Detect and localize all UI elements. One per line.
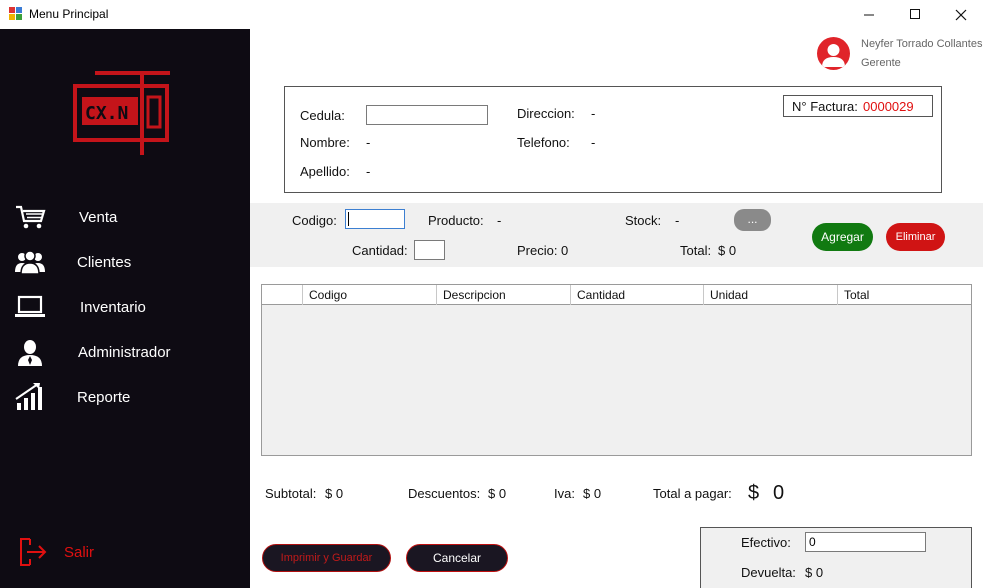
telefono-label: Telefono: — [517, 135, 570, 150]
apellido-value: - — [366, 164, 371, 179]
cedula-label: Cedula: — [300, 108, 345, 123]
sidebar-item-clientes[interactable]: Clientes — [0, 244, 250, 280]
subtotal-value: $ 0 — [325, 486, 344, 501]
imprimir-guardar-button[interactable]: Imprimir y Guardar — [262, 544, 391, 572]
stock-label: Stock: — [625, 213, 662, 228]
maximize-button[interactable] — [892, 0, 938, 29]
minimize-button[interactable] — [846, 0, 892, 29]
sidebar-item-label: Clientes — [77, 254, 132, 271]
total-pagar-currency: $ — [748, 482, 760, 504]
factura-label: N° Factura: — [792, 99, 858, 114]
efectivo-input[interactable] — [805, 532, 926, 552]
app-icon — [9, 7, 22, 20]
total-pagar-label: Total a pagar: — [653, 486, 732, 501]
cantidad-input[interactable] — [414, 240, 445, 260]
laptop-icon — [15, 295, 45, 317]
iva-label: Iva: — [554, 486, 575, 501]
logout-button[interactable]: Salir — [64, 544, 94, 561]
devuelta-label: Devuelta: — [741, 565, 796, 580]
cantidad-label: Cantidad: — [352, 243, 408, 258]
chart-icon — [15, 383, 42, 410]
codigo-label: Codigo: — [292, 213, 337, 228]
efectivo-label: Efectivo: — [741, 535, 791, 550]
total-label: Total: — [680, 243, 712, 258]
user-name: Neyfer Torrado Collantes — [861, 38, 983, 50]
sidebar-item-venta[interactable]: Venta — [0, 199, 250, 235]
table-header-cell — [262, 285, 303, 305]
admin-icon — [18, 340, 42, 366]
avatar[interactable] — [817, 37, 850, 70]
telefono-value: - — [591, 135, 596, 150]
title-bar: Menu Principal — [0, 0, 983, 29]
sidebar-item-label: Inventario — [80, 299, 146, 316]
factura-number: 0000029 — [863, 99, 914, 114]
total-pagar-value: 0 — [773, 482, 785, 504]
precio-value: 0 — [561, 243, 569, 258]
table-header-cell[interactable]: Unidad — [704, 285, 838, 305]
descuentos-label: Descuentos: — [408, 486, 481, 501]
cancelar-button[interactable]: Cancelar — [406, 544, 508, 572]
total-value: $ 0 — [718, 243, 737, 258]
stock-value: - — [675, 213, 680, 228]
maximize-icon — [909, 9, 920, 19]
sidebar-item-label: Venta — [79, 209, 118, 226]
user-role: Gerente — [861, 57, 901, 69]
codigo-input[interactable] — [345, 209, 405, 229]
table-header-cell[interactable]: Descripcion — [437, 285, 571, 305]
eliminar-button[interactable]: Eliminar — [886, 223, 945, 251]
svg-text:CX.N: CX.N — [85, 103, 128, 124]
nombre-label: Nombre: — [300, 135, 350, 150]
table-header-cell[interactable]: Total — [838, 285, 971, 305]
users-icon — [15, 250, 45, 275]
sidebar-item-inventario[interactable]: Inventario — [0, 289, 250, 325]
iva-value: $ 0 — [583, 486, 602, 501]
table-header-cell[interactable]: Codigo — [303, 285, 437, 305]
producto-value: - — [497, 213, 502, 228]
window-title: Menu Principal — [29, 7, 109, 21]
close-button[interactable] — [938, 0, 983, 29]
apellido-label: Apellido: — [300, 164, 350, 179]
descuentos-value: $ 0 — [488, 486, 507, 501]
logo: CX.N — [70, 69, 174, 162]
cedula-input[interactable] — [366, 105, 488, 125]
sidebar-item-label: Administrador — [78, 344, 171, 361]
user-icon — [822, 44, 845, 67]
producto-label: Producto: — [428, 213, 484, 228]
sidebar: CX.N Venta Clientes Inventario Administr… — [0, 29, 250, 588]
text-cursor — [348, 212, 349, 226]
table-header: Codigo Descripcion Cantidad Unidad Total — [262, 285, 971, 305]
precio-label: Precio: — [517, 243, 558, 258]
browse-products-button[interactable]: ... — [734, 209, 771, 231]
devuelta-value: $ 0 — [805, 565, 824, 580]
close-icon — [955, 9, 967, 20]
sidebar-item-administrador[interactable]: Administrador — [0, 334, 250, 370]
direccion-value: - — [591, 106, 596, 121]
sidebar-item-label: Reporte — [77, 389, 131, 406]
items-table[interactable]: Codigo Descripcion Cantidad Unidad Total — [261, 284, 972, 456]
table-header-cell[interactable]: Cantidad — [571, 285, 704, 305]
minimize-icon — [863, 14, 874, 16]
agregar-button[interactable]: Agregar — [812, 223, 873, 251]
direccion-label: Direccion: — [517, 106, 575, 121]
sidebar-item-reporte[interactable]: Reporte — [0, 379, 250, 415]
subtotal-label: Subtotal: — [265, 486, 317, 501]
nombre-value: - — [366, 135, 371, 150]
cart-icon — [16, 205, 46, 229]
logout-icon[interactable] — [18, 537, 48, 567]
